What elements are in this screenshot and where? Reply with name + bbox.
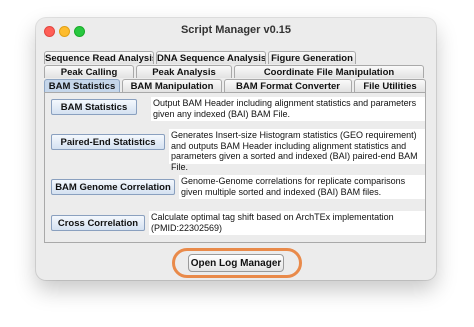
tab-bam-format-converter[interactable]: BAM Format Converter bbox=[224, 79, 352, 92]
paired-end-statistics-description: Generates Insert-size Histogram statisti… bbox=[169, 129, 425, 172]
tab-bam-statistics[interactable]: BAM Statistics bbox=[44, 79, 120, 92]
bam-genome-correlation-description: Genome-Genome correlations for replicate… bbox=[179, 175, 425, 199]
tab-file-utilities[interactable]: File Utilities bbox=[354, 79, 426, 92]
tab-coordinate-file-manipulation[interactable]: Coordinate File Manipulation bbox=[234, 65, 424, 78]
highlight-ring bbox=[172, 248, 302, 278]
bam-statistics-description: Output BAM Header including alignment st… bbox=[151, 97, 425, 121]
tab-bam-manipulation[interactable]: BAM Manipulation bbox=[122, 79, 222, 92]
cross-correlation-description: Calculate optimal tag shift based on Arc… bbox=[149, 211, 425, 235]
paired-end-statistics-button[interactable]: Paired-End Statistics bbox=[51, 134, 165, 150]
tab-peak-analysis[interactable]: Peak Analysis bbox=[136, 65, 232, 78]
bam-statistics-button[interactable]: BAM Statistics bbox=[51, 99, 137, 115]
title-bar: Script Manager v0.15 bbox=[36, 18, 436, 44]
tab-figure-generation[interactable]: Figure Generation bbox=[268, 51, 356, 64]
tab-sequence-read-analysis[interactable]: Sequence Read Analysis bbox=[44, 51, 154, 64]
script-manager-window: Script Manager v0.15 Sequence Read Analy… bbox=[36, 18, 436, 280]
window-title: Script Manager v0.15 bbox=[180, 24, 292, 36]
bam-genome-correlation-button[interactable]: BAM Genome Correlation bbox=[51, 179, 175, 195]
cross-correlation-button[interactable]: Cross Correlation bbox=[51, 215, 145, 231]
bam-statistics-panel: BAM Statistics Output BAM Header includi… bbox=[44, 92, 426, 243]
tab-peak-calling[interactable]: Peak Calling bbox=[44, 65, 134, 78]
tab-dna-sequence-analysis[interactable]: DNA Sequence Analysis bbox=[156, 51, 266, 64]
